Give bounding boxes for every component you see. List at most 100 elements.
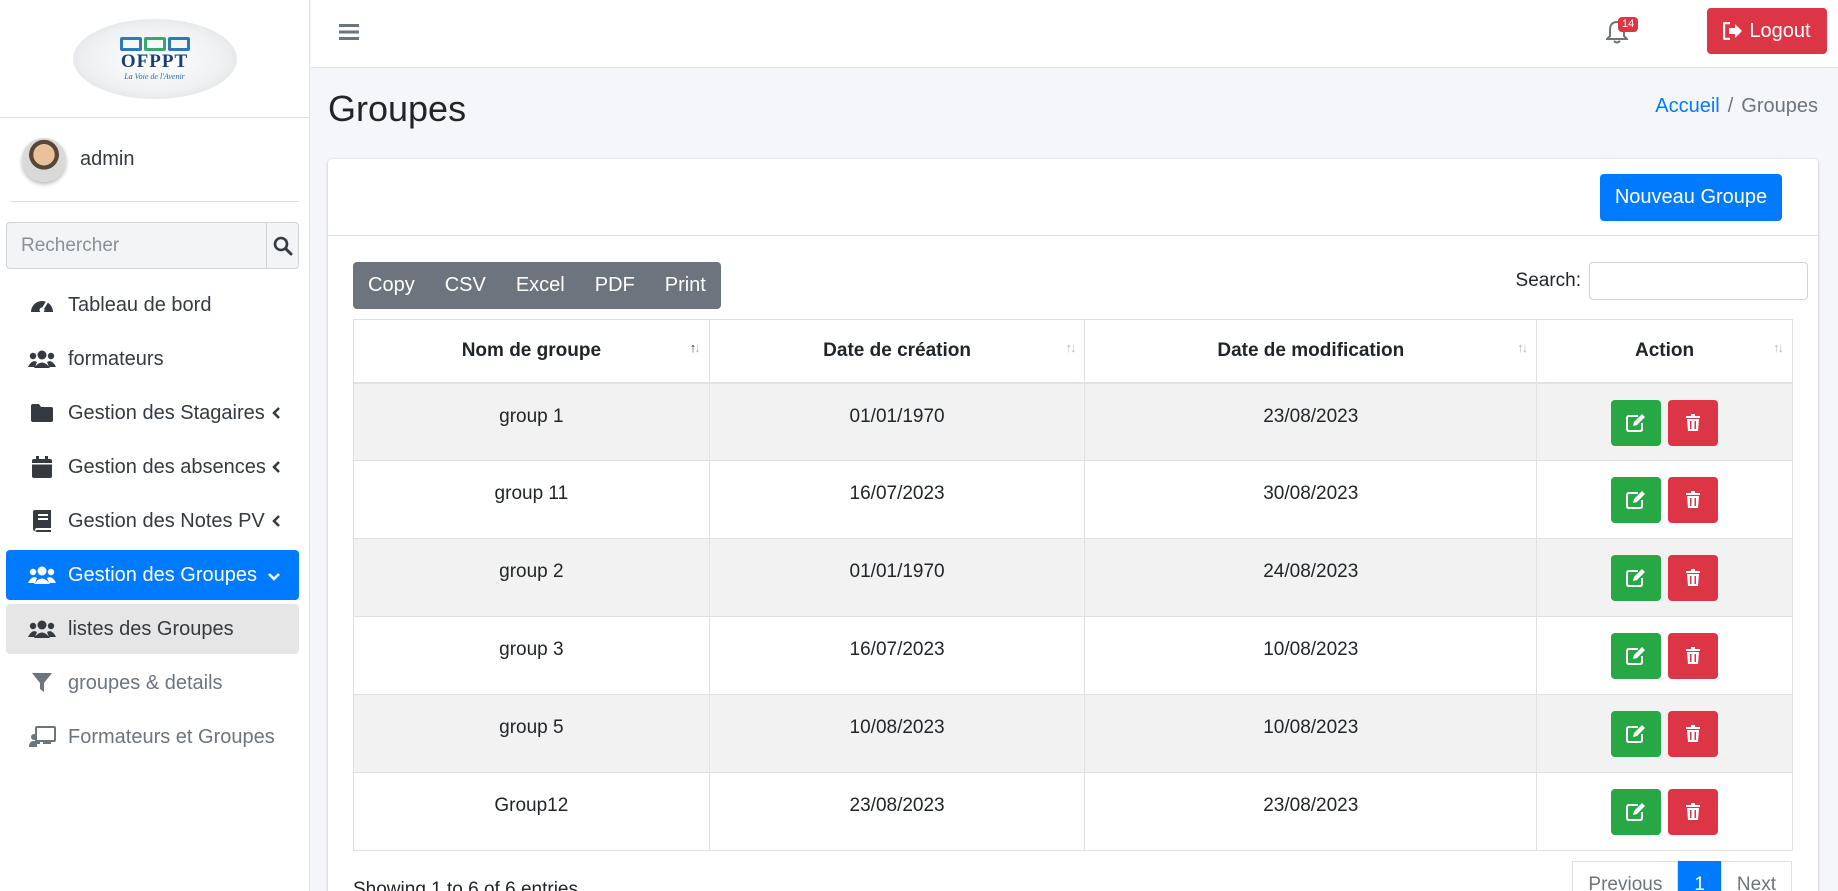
topbar: 14 Logout	[311, 0, 1838, 68]
sort-asc-icon: ↑↓	[689, 340, 701, 355]
users-icon	[28, 563, 56, 587]
pdf-button[interactable]: PDF	[580, 262, 650, 309]
breadcrumb-home-link[interactable]: Accueil	[1655, 95, 1719, 117]
trash-icon	[1686, 413, 1701, 431]
delete-button[interactable]	[1668, 711, 1719, 757]
chevron-left-icon	[271, 457, 281, 480]
sidebar-item-tableau-de-bord[interactable]: Tableau de bord	[6, 280, 299, 330]
column-header-date-modification[interactable]: Date de modification ↑↓	[1084, 319, 1538, 384]
sidebar-item-groupes-details[interactable]: groupes & details	[6, 658, 299, 708]
table-row: group 1 01/01/1970 23/08/2023	[353, 382, 1793, 461]
sidebar-search-input[interactable]	[7, 223, 266, 268]
cell-actions	[1536, 616, 1793, 695]
edit-button[interactable]	[1611, 555, 1662, 601]
pagination-next[interactable]: Next	[1720, 861, 1792, 891]
filter-icon	[28, 671, 56, 695]
sidebar-item-label: Formateurs et Groupes	[68, 725, 275, 748]
sidebar-item-label: formateurs	[68, 347, 164, 370]
book-icon	[28, 509, 56, 533]
row-actions	[1537, 399, 1792, 446]
cell-actions	[1536, 538, 1793, 617]
logout-button[interactable]: Logout	[1707, 8, 1827, 54]
table-row: group 11 16/07/2023 30/08/2023	[353, 460, 1793, 539]
column-label: Date de modification	[1217, 339, 1405, 361]
chevron-left-icon	[271, 403, 281, 426]
logo-subtitle: La Voie de l'Avenir	[124, 71, 185, 81]
column-header-date-creation[interactable]: Date de création ↑↓	[708, 319, 1086, 384]
sidebar-item-gestion-notes-pv[interactable]: Gestion des Notes PV	[6, 496, 299, 546]
cell-group-name: group 1	[353, 382, 710, 461]
sidebar-item-listes-groupes[interactable]: listes des Groupes	[6, 604, 299, 654]
sidebar-search-button[interactable]	[266, 223, 298, 268]
row-actions	[1537, 477, 1792, 523]
user-panel[interactable]: admin	[10, 118, 299, 202]
sidebar-item-gestion-absences[interactable]: Gestion des absences	[6, 442, 299, 492]
sidebar-item-label: Gestion des Stagaires	[68, 401, 265, 424]
table-row: group 2 01/01/1970 24/08/2023	[353, 538, 1793, 617]
ofppt-logo[interactable]: OFPPT La Voie de l'Avenir	[72, 18, 237, 99]
column-label: Nom de groupe	[461, 339, 602, 361]
delete-button[interactable]	[1668, 633, 1719, 679]
table-row: Group12 23/08/2023 23/08/2023	[353, 772, 1793, 851]
trash-icon	[1686, 647, 1701, 664]
user-name[interactable]: admin	[80, 148, 134, 171]
edit-icon	[1626, 803, 1646, 821]
cell-modified: 23/08/2023	[1084, 772, 1538, 851]
edit-button[interactable]	[1611, 711, 1662, 757]
sign-out-icon	[1723, 22, 1743, 40]
column-label: Date de création	[823, 339, 971, 361]
cell-group-name: group 3	[353, 616, 710, 695]
chalkboard-icon	[28, 725, 56, 749]
cell-actions	[1536, 694, 1793, 773]
sort-icon: ↑↓	[1773, 340, 1784, 355]
edit-icon	[1626, 569, 1646, 587]
column-header-nom-groupe[interactable]: Nom de groupe ↑↓	[353, 319, 710, 384]
page-title: Groupes	[328, 88, 467, 129]
delete-button[interactable]	[1668, 477, 1719, 523]
sidebar-item-label: Gestion des Groupes	[68, 563, 257, 586]
brand[interactable]: OFPPT La Voie de l'Avenir	[0, 0, 309, 118]
cell-group-name: Group12	[353, 772, 710, 851]
edit-button[interactable]	[1611, 399, 1662, 446]
cell-created: 01/01/1970	[708, 538, 1086, 617]
table-search-label: Search:	[1515, 270, 1581, 291]
groupes-card: Nouveau Groupe Copy CSV Excel PDF Print …	[328, 159, 1818, 891]
sidebar-item-formateurs[interactable]: formateurs	[6, 334, 299, 384]
sidebar-item-label: listes des Groupes	[68, 617, 234, 640]
trash-icon	[1686, 803, 1701, 820]
edit-button[interactable]	[1611, 477, 1662, 523]
menu-toggle-icon[interactable]	[339, 23, 359, 46]
chevron-left-icon	[271, 511, 281, 534]
csv-button[interactable]: CSV	[430, 262, 501, 309]
edit-icon	[1626, 725, 1646, 743]
edit-button[interactable]	[1611, 633, 1662, 679]
sidebar-item-gestion-stagaires[interactable]: Gestion des Stagaires	[6, 388, 299, 438]
edit-icon	[1626, 491, 1646, 509]
app-root: OFPPT La Voie de l'Avenir admin Tableau …	[0, 0, 1838, 891]
dashboard-icon	[28, 293, 56, 317]
sidebar-item-formateurs-groupes[interactable]: Formateurs et Groupes	[6, 712, 299, 762]
delete-button[interactable]	[1668, 789, 1719, 835]
logo-text: OFPPT	[120, 50, 189, 72]
sidebar-search	[6, 222, 299, 269]
cell-modified: 23/08/2023	[1084, 382, 1538, 461]
excel-button[interactable]: Excel	[501, 262, 580, 309]
delete-button[interactable]	[1668, 555, 1719, 601]
new-group-button[interactable]: Nouveau Groupe	[1600, 174, 1782, 221]
print-button[interactable]: Print	[650, 262, 721, 309]
copy-button[interactable]: Copy	[353, 262, 430, 309]
table-search-input[interactable]	[1589, 262, 1808, 300]
pagination-page-1[interactable]: 1	[1678, 861, 1721, 891]
avatar[interactable]	[22, 137, 66, 182]
sidebar-item-gestion-groupes[interactable]: Gestion des Groupes	[6, 550, 299, 600]
column-header-action[interactable]: Action ↑↓	[1536, 319, 1793, 384]
trash-icon	[1686, 491, 1701, 508]
breadcrumb-separator: /	[1727, 95, 1734, 117]
users-icon	[28, 347, 56, 371]
groups-table: Nom de groupe ↑↓ Date de création ↑↓ Date …	[353, 319, 1793, 851]
cell-created: 16/07/2023	[708, 616, 1086, 695]
delete-button[interactable]	[1668, 399, 1719, 446]
cell-created: 01/01/1970	[708, 382, 1086, 461]
pagination-previous[interactable]: Previous	[1572, 861, 1679, 891]
edit-button[interactable]	[1611, 789, 1662, 835]
